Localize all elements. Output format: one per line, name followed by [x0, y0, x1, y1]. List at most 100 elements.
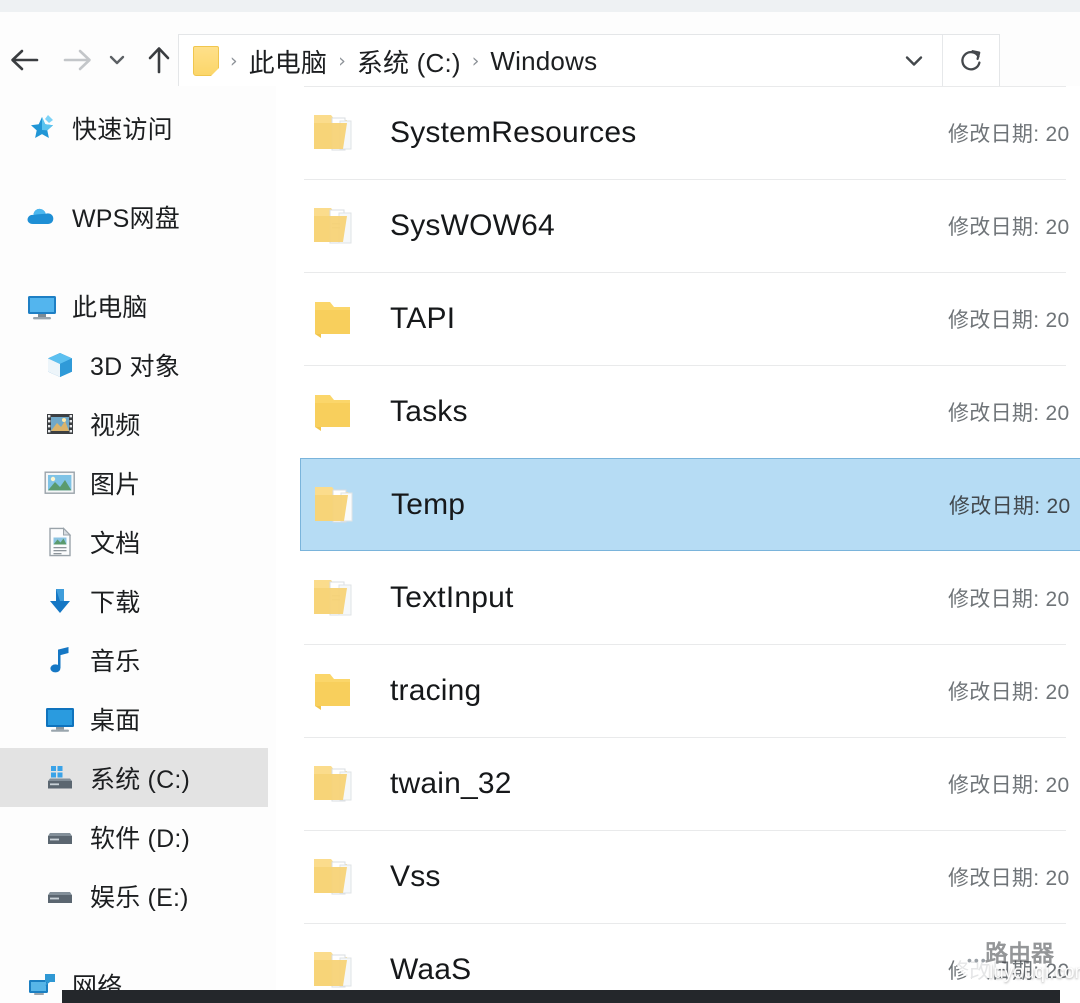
breadcrumb-item-this-pc[interactable]: 此电脑 — [249, 43, 328, 80]
file-name: Temp — [391, 488, 465, 522]
sidebar-item-3d-objects[interactable]: 3D 对象 — [0, 335, 276, 394]
file-list-row[interactable]: SystemResources 修改日期: 20 — [276, 86, 1080, 179]
sidebar-item-label: 3D 对象 — [90, 347, 180, 383]
chevron-down-icon — [106, 52, 128, 68]
file-list-row[interactable]: Vss 修改日期: 20 — [276, 830, 1080, 923]
sidebar-item-documents[interactable]: 文档 — [0, 512, 276, 571]
sidebar-item-label: 桌面 — [90, 701, 140, 737]
file-list-row-selected[interactable]: Temp 修改日期: 20 — [300, 458, 1080, 551]
sidebar-item-entertainment-e-drive[interactable]: 娱乐 (E:) — [0, 866, 276, 925]
file-list-row[interactable]: TAPI 修改日期: 20 — [276, 272, 1080, 365]
arrow-up-icon — [144, 43, 174, 77]
row-divider — [304, 179, 1066, 180]
sidebar-item-software-d-drive[interactable]: 软件 (D:) — [0, 807, 276, 866]
drive-system-icon — [40, 758, 80, 798]
sidebar-item-this-pc[interactable]: 此电脑 — [0, 276, 276, 335]
refresh-button[interactable] — [942, 35, 999, 87]
file-modified-date: 修改日期: 20 — [948, 862, 1069, 892]
folder-files-icon — [309, 475, 369, 535]
file-name: tracing — [390, 674, 481, 708]
sidebar-item-pictures[interactable]: 图片 — [0, 453, 276, 512]
drive-icon — [40, 876, 80, 916]
file-name: SystemResources — [390, 116, 636, 150]
forward-button[interactable] — [56, 37, 98, 83]
sidebar-item-label: 娱乐 (E:) — [90, 878, 189, 914]
file-list-row[interactable]: SysWOW64 修改日期: 20 — [276, 179, 1080, 272]
row-divider — [304, 272, 1066, 273]
window-bottom-bar — [62, 990, 1060, 1003]
back-button[interactable] — [4, 37, 46, 83]
row-divider — [304, 923, 1066, 924]
sidebar-item-system-c-drive[interactable]: 系统 (C:) — [0, 748, 268, 807]
video-icon — [40, 404, 80, 444]
picture-icon — [40, 463, 80, 503]
arrow-right-icon — [60, 45, 94, 75]
folder-files-icon — [308, 103, 368, 163]
file-modified-date: 修改日期: 20 — [948, 769, 1069, 799]
sidebar-item-label: 视频 — [90, 406, 140, 442]
folder-empty-icon — [308, 289, 368, 349]
up-one-level-button[interactable] — [138, 37, 180, 83]
file-modified-date: 修改日期: 20 — [948, 118, 1069, 148]
folder-icon[interactable] — [193, 46, 219, 76]
monitor-icon — [22, 286, 62, 326]
file-name: Tasks — [390, 395, 468, 429]
sidebar-item-label: 下载 — [90, 583, 140, 619]
desktop-icon — [40, 699, 80, 739]
breadcrumb-separator: › — [472, 52, 480, 71]
file-modified-date: 修改日期: 20 — [948, 211, 1069, 241]
breadcrumb-item-system-c[interactable]: 系统 (C:) — [357, 43, 461, 80]
breadcrumb: › 此电脑 › 系统 (C:) › Windows — [179, 35, 886, 87]
folder-files-icon — [308, 568, 368, 628]
sidebar-item-label: 系统 (C:) — [90, 760, 190, 796]
sidebar-item-label: 软件 (D:) — [90, 819, 190, 855]
file-modified-date: 修改日期: 20 — [948, 955, 1069, 985]
row-divider — [304, 86, 1066, 87]
chevron-down-icon — [901, 52, 927, 70]
file-list-row[interactable]: tracing 修改日期: 20 — [276, 644, 1080, 737]
address-history-dropdown-button[interactable] — [886, 35, 942, 87]
file-list-row[interactable]: Tasks 修改日期: 20 — [276, 365, 1080, 458]
cloud-icon — [22, 197, 62, 237]
recent-locations-button[interactable] — [101, 37, 132, 83]
explorer-toolbar: › 此电脑 › 系统 (C:) › Windows — [0, 12, 1080, 86]
file-name: WaaS — [390, 953, 471, 987]
3d-object-icon — [40, 345, 80, 385]
sidebar-item-music[interactable]: 音乐 — [0, 630, 276, 689]
folder-files-icon — [308, 754, 368, 814]
sidebar-item-label: 此电脑 — [72, 288, 148, 324]
file-name: Vss — [390, 860, 441, 894]
breadcrumb-separator: › — [230, 52, 238, 71]
navigation-pane[interactable]: 快速访问 WPS网盘 此电脑 — [0, 86, 276, 1003]
sidebar-item-label: WPS网盘 — [72, 199, 180, 235]
breadcrumb-separator: › — [338, 52, 346, 71]
file-modified-date: 修改日期: 20 — [948, 676, 1069, 706]
file-list[interactable]: SystemResources 修改日期: 20 SysWOW64 修改日期: … — [276, 86, 1080, 1003]
address-bar[interactable]: › 此电脑 › 系统 (C:) › Windows — [178, 34, 1000, 88]
star-pin-icon — [22, 108, 62, 148]
folder-files-icon — [308, 196, 368, 256]
file-list-row[interactable]: TextInput 修改日期: 20 — [276, 551, 1080, 644]
arrow-left-icon — [8, 45, 42, 75]
sidebar-item-wps-cloud[interactable]: WPS网盘 — [0, 187, 276, 246]
refresh-icon — [957, 47, 985, 75]
row-divider — [304, 365, 1066, 366]
row-divider — [304, 737, 1066, 738]
sidebar-item-downloads[interactable]: 下载 — [0, 571, 276, 630]
file-modified-date: 修改日期: 20 — [948, 583, 1069, 613]
sidebar-item-label: 图片 — [90, 465, 140, 501]
sidebar-item-quick-access[interactable]: 快速访问 — [0, 98, 276, 157]
sidebar-item-desktop[interactable]: 桌面 — [0, 689, 276, 748]
network-icon — [22, 965, 62, 1003]
file-modified-date: 修改日期: 20 — [948, 397, 1069, 427]
file-name: TextInput — [390, 581, 514, 615]
sidebar-item-videos[interactable]: 视频 — [0, 394, 276, 453]
breadcrumb-item-windows[interactable]: Windows — [490, 46, 597, 77]
file-name: SysWOW64 — [390, 209, 555, 243]
document-icon — [40, 522, 80, 562]
sidebar-item-label: 音乐 — [90, 642, 140, 678]
row-divider — [304, 830, 1066, 831]
folder-files-icon — [308, 847, 368, 907]
navigation-buttons — [0, 32, 180, 88]
file-list-row[interactable]: twain_32 修改日期: 20 — [276, 737, 1080, 830]
